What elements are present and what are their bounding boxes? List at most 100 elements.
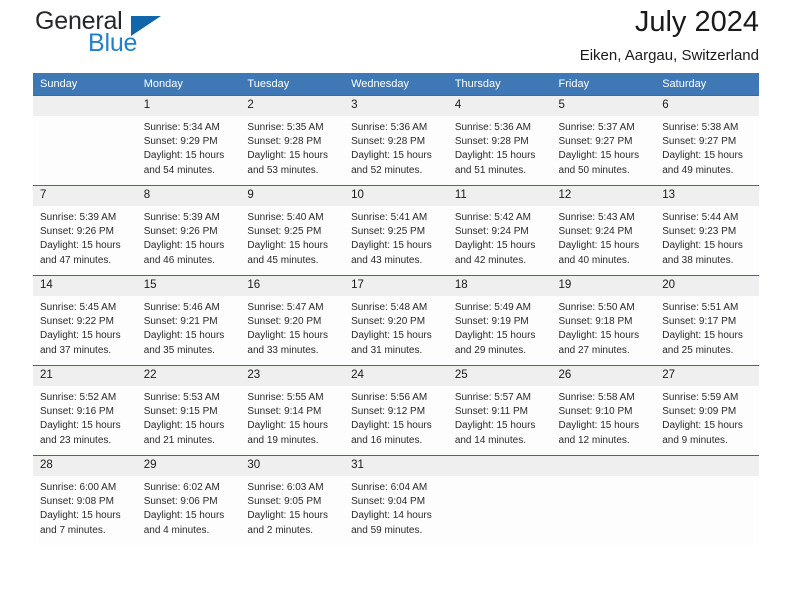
calendar-day-cell[interactable]: 11 Sunrise: 5:42 AM Sunset: 9:24 PM Dayligh…	[447, 185, 552, 276]
calendar-day-cell[interactable]: 31 Sunrise: 6:04 AM Sunset: 9:04 PM Dayligh…	[344, 455, 448, 545]
calendar-day-cell[interactable]: 13 Sunrise: 5:44 AM Sunset: 9:23 PM Dayligh…	[655, 185, 759, 276]
day-number: 6	[655, 96, 759, 116]
day-number	[447, 456, 552, 476]
day-detail-line: Sunset: 9:21 PM	[143, 316, 218, 328]
day-details: Sunrise: 5:39 AM Sunset: 9:26 PM Daylight:…	[33, 206, 137, 268]
day-number: 11	[447, 186, 552, 206]
day-detail-line: Daylight: 15 hours	[558, 240, 640, 252]
day-detail-line: Sunset: 9:04 PM	[351, 496, 426, 508]
day-detail-line: Sunrise: 5:59 AM	[662, 392, 739, 403]
calendar-day-cell[interactable]: 23 Sunrise: 5:55 AM Sunset: 9:14 PM Dayligh…	[240, 365, 345, 456]
calendar-day-cell[interactable]: 14 Sunrise: 5:45 AM Sunset: 9:22 PM Dayligh…	[33, 275, 137, 366]
day-detail-line: and 27 minutes.	[558, 344, 630, 356]
calendar-week-row: 1 Sunrise: 5:34 AM Sunset: 9:29 PM Daylight…	[33, 95, 759, 186]
day-number: 3	[344, 96, 448, 116]
day-detail-line: and 7 minutes.	[40, 524, 106, 536]
day-detail-line: Daylight: 15 hours	[247, 420, 329, 432]
brand-logo: General Blue	[33, 8, 233, 64]
calendar-day-cell[interactable]: 26 Sunrise: 5:58 AM Sunset: 9:10 PM Dayligh…	[551, 365, 656, 456]
weekday-header-wednesday: Wednesday	[344, 73, 448, 96]
calendar-day-cell[interactable]: 25 Sunrise: 5:57 AM Sunset: 9:11 PM Dayligh…	[447, 365, 552, 456]
calendar-week-row: 7 Sunrise: 5:39 AM Sunset: 9:26 PM Daylight…	[33, 185, 759, 276]
title-block: July 2024 Eiken, Aargau, Switzerland	[580, 0, 759, 67]
day-number: 28	[33, 456, 137, 476]
calendar-day-cell[interactable]: 1 Sunrise: 5:34 AM Sunset: 9:29 PM Daylight…	[136, 95, 241, 186]
day-number: 18	[447, 276, 552, 296]
calendar-day-cell[interactable]: 19 Sunrise: 5:50 AM Sunset: 9:18 PM Dayligh…	[551, 275, 656, 366]
day-details: Sunrise: 5:50 AM Sunset: 9:18 PM Daylight:…	[552, 296, 656, 358]
calendar-day-cell[interactable]: 18 Sunrise: 5:49 AM Sunset: 9:19 PM Dayligh…	[447, 275, 552, 366]
day-detail-line: Sunrise: 5:57 AM	[454, 392, 531, 403]
day-detail-line: and 49 minutes.	[662, 164, 734, 176]
day-number: 21	[33, 366, 137, 386]
calendar-day-cell[interactable]: 16 Sunrise: 5:47 AM Sunset: 9:20 PM Dayligh…	[240, 275, 345, 366]
day-detail-line: Sunset: 9:17 PM	[662, 316, 737, 328]
day-details: Sunrise: 5:57 AM Sunset: 9:11 PM Daylight:…	[448, 386, 552, 448]
day-detail-line: Sunset: 9:24 PM	[558, 226, 633, 238]
calendar-day-cell[interactable]: 22 Sunrise: 5:53 AM Sunset: 9:15 PM Dayligh…	[136, 365, 241, 456]
day-number: 15	[136, 276, 241, 296]
calendar-day-cell[interactable]: 29 Sunrise: 6:02 AM Sunset: 9:06 PM Dayligh…	[136, 455, 241, 545]
day-detail-line: Sunrise: 6:04 AM	[351, 482, 428, 493]
calendar-day-cell[interactable]: 8 Sunrise: 5:39 AM Sunset: 9:26 PM Daylight…	[136, 185, 241, 276]
day-detail-line: Sunrise: 5:40 AM	[247, 212, 324, 223]
calendar-day-cell[interactable]: 20 Sunrise: 5:51 AM Sunset: 9:17 PM Dayligh…	[655, 275, 759, 366]
calendar-day-cell[interactable]: 24 Sunrise: 5:56 AM Sunset: 9:12 PM Dayligh…	[344, 365, 448, 456]
day-detail-line: Sunrise: 5:56 AM	[351, 392, 428, 403]
calendar-day-cell[interactable]: 3 Sunrise: 5:36 AM Sunset: 9:28 PM Daylight…	[344, 95, 448, 186]
day-detail-line: Sunset: 9:14 PM	[247, 406, 322, 418]
day-details: Sunrise: 5:49 AM Sunset: 9:19 PM Daylight:…	[448, 296, 552, 358]
day-detail-line: Daylight: 15 hours	[558, 420, 640, 432]
day-detail-line: Sunset: 9:29 PM	[143, 136, 218, 148]
day-details: Sunrise: 5:58 AM Sunset: 9:10 PM Daylight:…	[552, 386, 656, 448]
day-detail-line: Daylight: 15 hours	[247, 150, 329, 162]
calendar-week-row: 14 Sunrise: 5:45 AM Sunset: 9:22 PM Dayligh…	[33, 275, 759, 366]
calendar-day-cell[interactable]: 21 Sunrise: 5:52 AM Sunset: 9:16 PM Dayligh…	[33, 365, 137, 456]
day-detail-line: Sunset: 9:22 PM	[40, 316, 114, 328]
day-detail-line: Daylight: 15 hours	[247, 510, 329, 522]
day-detail-line: Sunset: 9:11 PM	[454, 406, 529, 418]
day-details: Sunrise: 5:55 AM Sunset: 9:14 PM Daylight:…	[240, 386, 344, 448]
calendar-day-cell[interactable]: 6 Sunrise: 5:38 AM Sunset: 9:27 PM Daylight…	[655, 95, 759, 186]
day-detail-line: and 19 minutes.	[247, 434, 319, 446]
day-number: 23	[240, 366, 345, 386]
calendar-day-cell[interactable]: 9 Sunrise: 5:40 AM Sunset: 9:25 PM Daylight…	[240, 185, 345, 276]
day-detail-line: and 21 minutes.	[143, 434, 215, 446]
calendar-day-cell[interactable]: 2 Sunrise: 5:35 AM Sunset: 9:28 PM Daylight…	[240, 95, 345, 186]
day-details: Sunrise: 6:03 AM Sunset: 9:05 PM Daylight:…	[240, 476, 344, 538]
weekday-header-saturday: Saturday	[655, 73, 759, 96]
page-subtitle: Eiken, Aargau, Switzerland	[579, 47, 759, 64]
day-detail-line: Sunrise: 5:48 AM	[351, 302, 428, 313]
calendar-day-cell[interactable]: 12 Sunrise: 5:43 AM Sunset: 9:24 PM Dayligh…	[551, 185, 656, 276]
day-number	[655, 456, 759, 476]
day-detail-line: Sunset: 9:24 PM	[454, 226, 529, 238]
day-details: Sunrise: 6:00 AM Sunset: 9:08 PM Daylight:…	[33, 476, 137, 538]
calendar-day-cell[interactable]: 17 Sunrise: 5:48 AM Sunset: 9:20 PM Dayligh…	[344, 275, 448, 366]
page-title: July 2024	[634, 6, 759, 38]
day-number: 27	[655, 366, 759, 386]
calendar-day-cell[interactable]: 5 Sunrise: 5:37 AM Sunset: 9:27 PM Daylight…	[551, 95, 656, 186]
day-details: Sunrise: 5:37 AM Sunset: 9:27 PM Daylight:…	[552, 116, 656, 178]
day-detail-line: Sunrise: 5:49 AM	[454, 302, 531, 313]
day-detail-line: Daylight: 15 hours	[558, 150, 640, 162]
day-details: Sunrise: 6:02 AM Sunset: 9:06 PM Daylight:…	[137, 476, 241, 538]
day-number: 4	[447, 96, 552, 116]
calendar-week-row: 21 Sunrise: 5:52 AM Sunset: 9:16 PM Dayligh…	[33, 365, 759, 456]
day-number: 13	[655, 186, 759, 206]
calendar-day-cell[interactable]: 28 Sunrise: 6:00 AM Sunset: 9:08 PM Dayligh…	[33, 455, 137, 545]
day-number: 10	[344, 186, 448, 206]
calendar-day-cell[interactable]: 4 Sunrise: 5:36 AM Sunset: 9:28 PM Daylight…	[447, 95, 552, 186]
calendar-body: 1 Sunrise: 5:34 AM Sunset: 9:29 PM Daylight…	[33, 95, 759, 545]
day-details: Sunrise: 5:51 AM Sunset: 9:17 PM Daylight:…	[655, 296, 759, 358]
day-details: Sunrise: 5:45 AM Sunset: 9:22 PM Daylight:…	[33, 296, 137, 358]
calendar-day-cell[interactable]: 15 Sunrise: 5:46 AM Sunset: 9:21 PM Dayligh…	[136, 275, 241, 366]
day-number: 24	[344, 366, 448, 386]
calendar-day-cell[interactable]: 7 Sunrise: 5:39 AM Sunset: 9:26 PM Daylight…	[33, 185, 137, 276]
day-details: Sunrise: 5:47 AM Sunset: 9:20 PM Daylight:…	[240, 296, 344, 358]
day-detail-line: Sunrise: 5:42 AM	[454, 212, 531, 223]
calendar-day-cell[interactable]: 30 Sunrise: 6:03 AM Sunset: 9:05 PM Dayligh…	[240, 455, 345, 545]
day-details: Sunrise: 5:59 AM Sunset: 9:09 PM Daylight:…	[655, 386, 759, 448]
calendar-day-cell[interactable]: 10 Sunrise: 5:41 AM Sunset: 9:25 PM Dayligh…	[344, 185, 448, 276]
calendar-day-cell[interactable]: 27 Sunrise: 5:59 AM Sunset: 9:09 PM Dayligh…	[655, 365, 759, 456]
weekday-header-sunday: Sunday	[33, 73, 137, 96]
